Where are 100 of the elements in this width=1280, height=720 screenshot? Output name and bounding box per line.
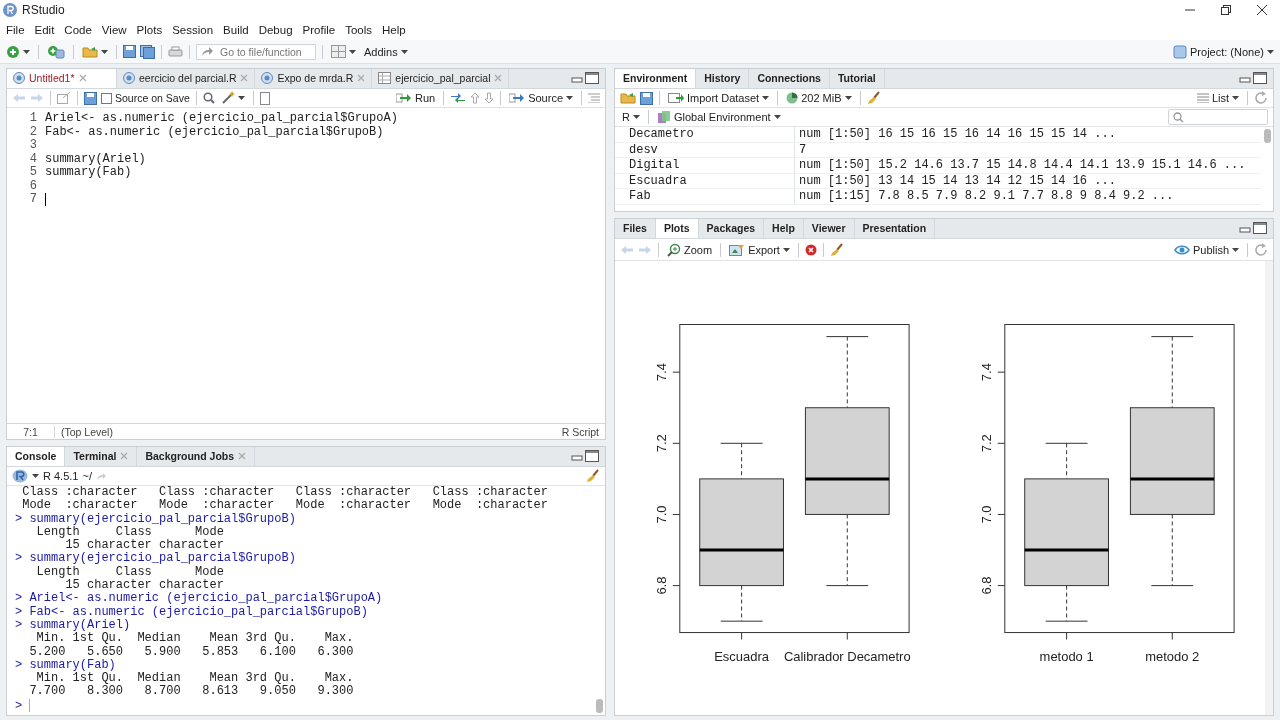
folder-icon[interactable] bbox=[620, 92, 636, 104]
grid-icon[interactable] bbox=[331, 45, 346, 58]
plots-tab[interactable]: Viewer bbox=[803, 219, 855, 238]
variable-name[interactable]: Decametro bbox=[615, 127, 795, 142]
caret-icon bbox=[782, 247, 790, 252]
broom-icon[interactable] bbox=[829, 242, 844, 257]
close-icon[interactable] bbox=[78, 74, 87, 82]
broom-icon[interactable] bbox=[866, 91, 881, 105]
menu-item[interactable]: Tools bbox=[340, 24, 377, 36]
publish-button[interactable]: Publish bbox=[1171, 239, 1241, 260]
project-button[interactable]: Project: (None) bbox=[1171, 41, 1276, 62]
console-tab[interactable]: Terminal bbox=[65, 447, 138, 466]
menu-item[interactable]: Debug bbox=[253, 24, 298, 36]
menu-item[interactable]: File bbox=[1, 24, 30, 36]
close-icon[interactable] bbox=[494, 74, 503, 82]
maximize-icon[interactable] bbox=[1253, 72, 1267, 84]
editor-tab[interactable]: ejercicio_pal_parcial bbox=[372, 69, 510, 88]
axis-tick bbox=[1171, 632, 1173, 641]
remove-icon[interactable] bbox=[804, 243, 817, 256]
refresh-icon[interactable] bbox=[1254, 91, 1268, 105]
environment-selector[interactable]: Global Environment bbox=[654, 107, 783, 127]
zoom-button[interactable]: Zoom bbox=[665, 239, 715, 260]
cursor-position: 7:1 bbox=[7, 425, 55, 438]
close-icon[interactable] bbox=[120, 452, 129, 460]
broom-icon[interactable] bbox=[586, 469, 600, 483]
axis-tick bbox=[997, 513, 1006, 515]
save-all-icon[interactable] bbox=[140, 44, 155, 59]
menu-item[interactable]: Session bbox=[167, 24, 219, 36]
folder-icon[interactable] bbox=[82, 45, 98, 58]
project-icon[interactable] bbox=[1173, 44, 1187, 59]
addins-button[interactable]: Addins bbox=[362, 41, 410, 62]
menu-item[interactable]: Plots bbox=[131, 24, 168, 36]
search-field[interactable] bbox=[1168, 109, 1268, 125]
plots-tab[interactable]: Packages bbox=[698, 219, 765, 238]
show-in-window-icon[interactable] bbox=[57, 92, 71, 104]
caret-icon bbox=[1232, 247, 1239, 252]
close-icon[interactable] bbox=[238, 452, 247, 460]
close-icon[interactable] bbox=[240, 74, 249, 82]
r-version: R 4.5.1 bbox=[43, 470, 79, 482]
source-on-save-checkbox[interactable]: Source on Save bbox=[101, 92, 190, 104]
working-directory[interactable]: ~/ bbox=[82, 470, 92, 482]
caret-icon bbox=[566, 96, 573, 100]
down-arrow-icon[interactable] bbox=[484, 92, 495, 104]
close-icon[interactable] bbox=[357, 74, 366, 82]
console-tab[interactable]: Background Jobs bbox=[137, 447, 256, 466]
console-output: Min. 1st Qu. Median Mean 3rd Qu. Max. bbox=[35, 631, 354, 646]
language-selector[interactable]: R bbox=[620, 107, 642, 127]
new-project-icon bbox=[47, 44, 65, 59]
environment-tab[interactable]: History bbox=[696, 69, 750, 88]
console-output: 15 character character bbox=[65, 578, 224, 593]
editor-tab[interactable]: Expo de mrda.R bbox=[255, 69, 373, 88]
run-button[interactable]: Run bbox=[393, 88, 438, 108]
menu-item[interactable]: Build bbox=[218, 24, 254, 36]
up-arrow-icon[interactable] bbox=[470, 92, 481, 104]
caret-icon bbox=[1267, 49, 1274, 54]
maximize-icon[interactable] bbox=[585, 450, 599, 462]
environment-tab[interactable]: Tutorial bbox=[829, 69, 885, 88]
variable-value: 7 bbox=[798, 142, 807, 157]
editor-tab[interactable]: Untitled1* bbox=[7, 69, 117, 88]
memory-usage-button[interactable]: 202 MiB bbox=[784, 88, 854, 108]
wand-icon[interactable] bbox=[220, 91, 235, 105]
environment-tab[interactable]: Connections bbox=[749, 69, 830, 88]
maximize-icon[interactable] bbox=[585, 72, 599, 84]
save-icon[interactable] bbox=[123, 45, 136, 58]
menu-item[interactable]: Code bbox=[59, 24, 97, 36]
import-dataset-button[interactable]: Import Dataset bbox=[666, 88, 772, 108]
export-button[interactable]: Export bbox=[727, 239, 792, 260]
maximize-icon[interactable] bbox=[1253, 222, 1267, 234]
file-type-selector[interactable]: R Script bbox=[561, 425, 605, 438]
menu-item[interactable]: Edit bbox=[29, 24, 60, 36]
rerun-icon[interactable] bbox=[450, 92, 467, 104]
variable-name[interactable]: desv bbox=[615, 142, 795, 157]
menu-item[interactable]: View bbox=[96, 24, 132, 36]
plots-tab[interactable]: Files bbox=[615, 219, 656, 238]
print-icon[interactable] bbox=[168, 45, 183, 58]
plots-tab[interactable]: Presentation bbox=[854, 219, 936, 238]
line-number: 6 bbox=[28, 179, 37, 193]
menu-item[interactable]: Help bbox=[377, 24, 411, 36]
refresh-icon[interactable] bbox=[1254, 242, 1268, 257]
source-button[interactable]: Source bbox=[507, 88, 575, 108]
axis-tick bbox=[846, 632, 848, 641]
search-icon[interactable] bbox=[202, 92, 215, 104]
variable-name[interactable]: Fab bbox=[615, 189, 795, 204]
menu-item[interactable]: Profile bbox=[297, 24, 341, 36]
environment-tab[interactable]: Environment bbox=[615, 69, 697, 88]
add-icon[interactable] bbox=[6, 44, 20, 59]
variable-name[interactable]: Escuadra bbox=[615, 173, 795, 188]
console-tab[interactable]: Console bbox=[7, 447, 66, 466]
console-output: Length Class Mode bbox=[36, 524, 224, 539]
save-icon[interactable] bbox=[84, 91, 97, 105]
view-mode-button[interactable]: List bbox=[1194, 88, 1241, 108]
notebook-icon[interactable] bbox=[259, 91, 270, 105]
plots-tab[interactable]: Plots bbox=[655, 219, 699, 238]
plots-tab[interactable]: Help bbox=[764, 219, 804, 238]
variable-name[interactable]: Digital bbox=[615, 158, 795, 173]
r-document-icon bbox=[13, 72, 25, 84]
scope-selector[interactable]: (Top Level) bbox=[55, 425, 113, 438]
editor-tab[interactable]: eercicio del parcial.R bbox=[117, 69, 256, 88]
save-icon[interactable] bbox=[640, 91, 653, 105]
go-to-file-field[interactable]: Go to file/function bbox=[196, 43, 316, 60]
